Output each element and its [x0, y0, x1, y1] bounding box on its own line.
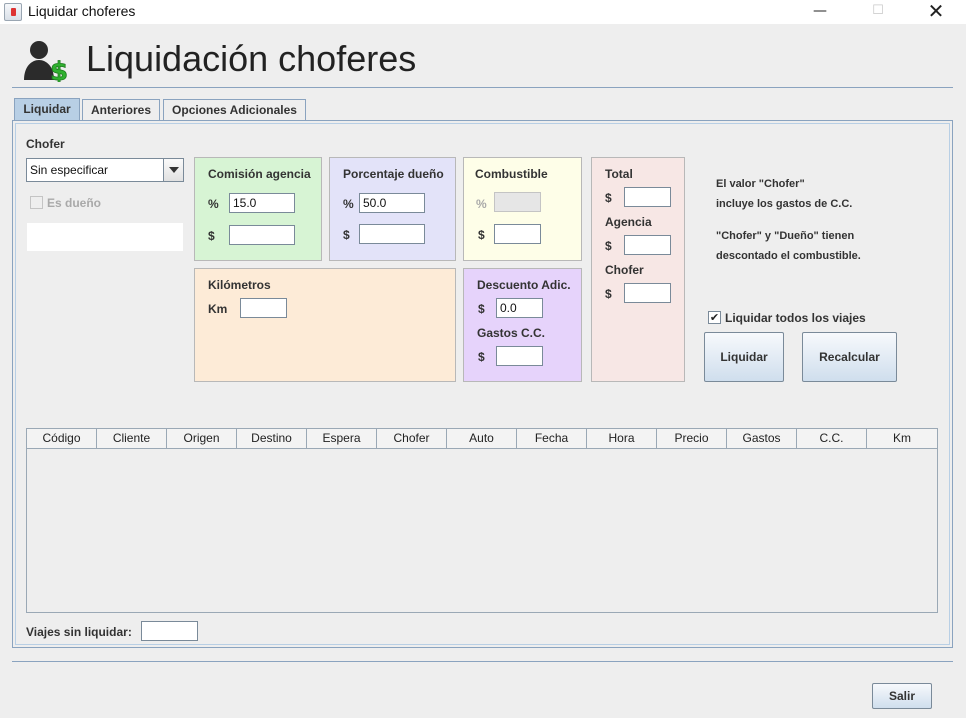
window-titlebar: Liquidar choferes — ☐ ✕ — [0, 0, 966, 24]
driver-money-icon: $ — [22, 38, 70, 87]
comision-pct-label: % — [208, 197, 219, 211]
gastos-cc-title: Gastos C.C. — [477, 326, 546, 340]
tab-opciones-adicionales[interactable]: Opciones Adicionales — [163, 99, 306, 121]
window-title: Liquidar choferes — [28, 3, 136, 19]
agencia-money-label: $ — [605, 239, 612, 253]
porcentaje-pct-input[interactable]: 50.0 — [359, 193, 425, 213]
column-header[interactable]: Espera — [307, 429, 377, 448]
total-money-label: $ — [605, 191, 612, 205]
svg-text:$: $ — [50, 57, 68, 82]
column-header[interactable]: Cliente — [97, 429, 167, 448]
combustible-pct-input — [494, 192, 541, 212]
descuento-input[interactable]: 0.0 — [496, 298, 543, 318]
chofer-extra-field — [26, 222, 184, 252]
descuento-title: Descuento Adic. — [477, 278, 571, 292]
porcentaje-money-input[interactable] — [359, 224, 425, 244]
chofer-label: Chofer — [26, 137, 65, 151]
column-header[interactable]: Código — [27, 429, 97, 448]
es-dueno-checkbox — [30, 196, 43, 209]
page-title: Liquidación choferes — [86, 38, 417, 79]
info-line-4: descontado el combustible. — [716, 250, 861, 262]
porcentaje-money-label: $ — [343, 228, 350, 242]
close-icon[interactable]: ✕ — [913, 0, 959, 24]
column-header[interactable]: Origen — [167, 429, 237, 448]
chofer-select[interactable]: Sin especificar — [26, 158, 184, 182]
gastos-money-label: $ — [478, 350, 485, 364]
comision-agencia-title: Comisión agencia — [208, 167, 311, 181]
combustible-money-input[interactable] — [494, 224, 541, 244]
column-header[interactable]: Chofer — [377, 429, 447, 448]
comision-money-label: $ — [208, 229, 215, 243]
column-header[interactable]: Km — [867, 429, 937, 448]
descuento-money-label: $ — [478, 302, 485, 316]
column-header[interactable]: Fecha — [517, 429, 587, 448]
combustible-pct-label: % — [476, 197, 487, 211]
column-header[interactable]: Precio — [657, 429, 727, 448]
info-line-2: incluye los gastos de C.C. — [716, 198, 853, 210]
agencia-label: Agencia — [605, 215, 652, 229]
tab-anteriores[interactable]: Anteriores — [82, 99, 160, 121]
comision-pct-input[interactable]: 15.0 — [229, 193, 295, 213]
km-input[interactable] — [240, 298, 287, 318]
info-line-3: "Chofer" y "Dueño" tienen — [716, 230, 855, 242]
info-line-1: El valor "Chofer" — [716, 178, 805, 190]
header-divider — [12, 87, 953, 88]
chofer-total-label: Chofer — [605, 263, 644, 277]
liquidar-todos-label: Liquidar todos los viajes — [725, 311, 866, 325]
viajes-sin-liquidar-label: Viajes sin liquidar: — [26, 625, 132, 639]
kilometros-title: Kilómetros — [208, 278, 271, 292]
liquidar-todos-checkbox[interactable]: ✔ — [708, 311, 721, 324]
table-header: Código Cliente Origen Destino Espera Cho… — [27, 429, 937, 449]
column-header[interactable]: Hora — [587, 429, 657, 448]
chofer-select-value: Sin especificar — [30, 163, 109, 177]
tab-liquidar[interactable]: Liquidar — [14, 98, 80, 121]
chofer-total-input[interactable] — [624, 283, 671, 303]
chofer-money-label: $ — [605, 287, 612, 301]
combustible-title: Combustible — [475, 167, 548, 181]
combustible-money-label: $ — [478, 228, 485, 242]
salir-button[interactable]: Salir — [872, 683, 932, 709]
column-header[interactable]: Destino — [237, 429, 307, 448]
recalcular-button[interactable]: Recalcular — [802, 332, 897, 382]
maximize-icon[interactable]: ☐ — [855, 0, 901, 24]
es-dueno-label: Es dueño — [47, 196, 102, 210]
column-header[interactable]: Gastos — [727, 429, 797, 448]
gastos-cc-input[interactable] — [496, 346, 543, 366]
footer-divider — [12, 661, 953, 662]
agencia-input[interactable] — [624, 235, 671, 255]
total-label: Total — [605, 167, 633, 181]
viajes-sin-liquidar-input[interactable] — [141, 621, 198, 641]
porcentaje-pct-label: % — [343, 197, 354, 211]
column-header[interactable]: Auto — [447, 429, 517, 448]
km-label: Km — [208, 302, 228, 316]
liquidar-button[interactable]: Liquidar — [704, 332, 784, 382]
column-header[interactable]: C.C. — [797, 429, 867, 448]
java-app-icon — [4, 3, 22, 21]
porcentaje-dueno-title: Porcentaje dueño — [343, 167, 444, 181]
total-input[interactable] — [624, 187, 671, 207]
minimize-icon[interactable]: — — [797, 0, 843, 24]
chevron-down-icon[interactable] — [163, 159, 183, 181]
viajes-table[interactable]: Código Cliente Origen Destino Espera Cho… — [26, 428, 938, 613]
comision-money-input[interactable] — [229, 225, 295, 245]
